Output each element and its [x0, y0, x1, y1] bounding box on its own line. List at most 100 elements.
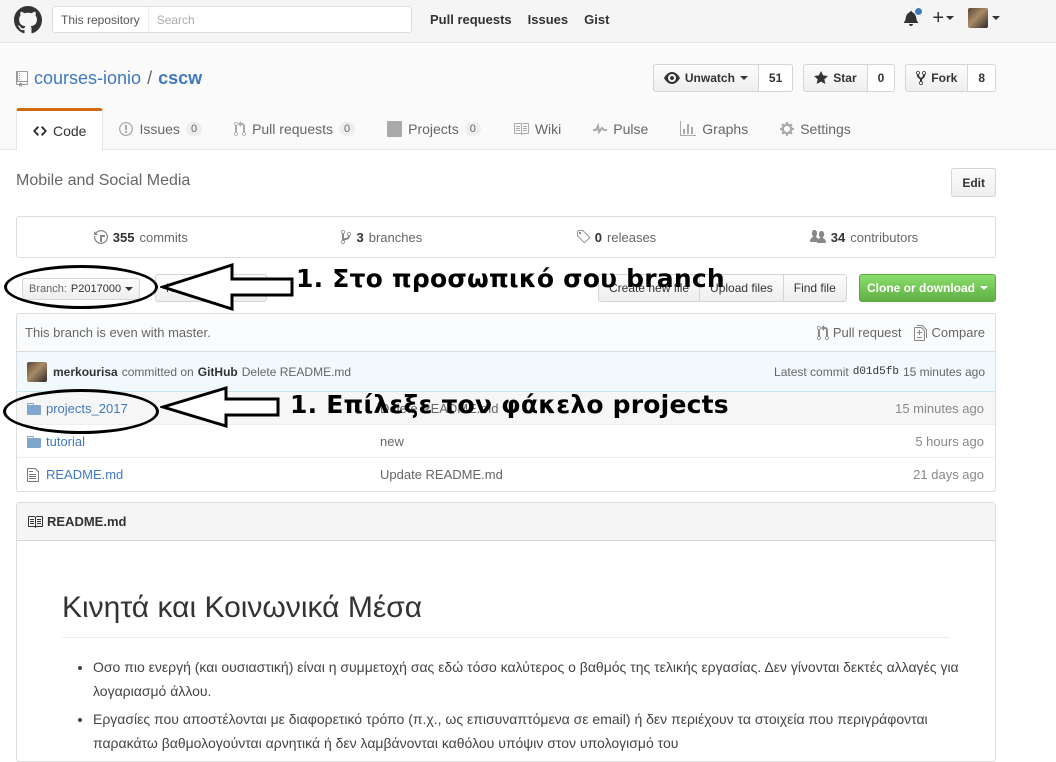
branch-highlight-oval — [4, 265, 158, 309]
latest-commit-meta: Latest commit d01d5fb 15 minutes ago — [774, 365, 985, 379]
tab-code[interactable]: Code — [16, 108, 104, 151]
file-row: tutorial new 5 hours ago — [17, 425, 995, 458]
edit-description-button[interactable]: Edit — [951, 168, 996, 197]
avatar — [968, 8, 988, 28]
branch-status-text: This branch is even with master. — [25, 325, 211, 340]
contributors-count: 34 — [830, 229, 846, 245]
branch-icon — [341, 230, 352, 244]
project-icon — [387, 121, 403, 137]
file-commit-message[interactable]: Update README.md — [380, 467, 503, 482]
user-menu[interactable] — [968, 8, 1000, 28]
tab-issues[interactable]: Issues 0 — [103, 108, 218, 150]
repo-name-link[interactable]: cscw — [158, 68, 202, 89]
readme-list: Οσο πιο ενεργή (και ουσιαστική) είναι η … — [93, 655, 973, 759]
file-age: 21 days ago — [913, 467, 984, 482]
issue-icon — [119, 122, 134, 136]
pulse-icon — [593, 122, 608, 135]
stars-count[interactable]: 0 — [867, 64, 896, 92]
repo-title: courses-ionio / cscw — [16, 68, 202, 89]
numbers-summary: 355 commits 3 branches 0 releases 34 contrib… — [16, 216, 996, 258]
readme-list-item: Οσο πιο ενεργή (και ουσιαστική) είναι η … — [93, 655, 973, 703]
tab-pull-requests[interactable]: Pull requests 0 — [218, 108, 371, 150]
annotation-folder-note: 1. Επίλεξε τον φάκελο projects — [290, 390, 729, 419]
notifications-bell-icon[interactable] — [904, 7, 924, 26]
readme-filename: README.md — [47, 514, 127, 529]
repo-icon — [16, 70, 28, 87]
readme-header: README.md — [17, 503, 995, 541]
readme-list-item: Εργασίες που αποστέλονται με διαφορετικό… — [93, 707, 973, 755]
commit-message-link[interactable]: Delete README.md — [242, 365, 351, 379]
tab-pulse[interactable]: Pulse — [577, 108, 664, 150]
star-icon — [814, 71, 829, 84]
plus-icon: + — [932, 7, 944, 29]
pull-request-icon — [816, 324, 829, 340]
nav-issues[interactable]: Issues — [528, 12, 568, 27]
star-label: Star — [833, 71, 857, 85]
clone-label: Clone or download — [867, 281, 975, 295]
create-new-menu[interactable]: + — [932, 8, 954, 28]
chevron-down-icon — [946, 16, 954, 20]
file-row: README.md Update README.md 21 days ago — [17, 458, 995, 491]
eye-icon — [663, 72, 680, 84]
tab-wiki[interactable]: Wiki — [497, 108, 577, 150]
file-name-link[interactable]: README.md — [46, 467, 123, 482]
releases-link[interactable]: 0 releases — [576, 229, 656, 245]
diff-icon — [913, 324, 927, 341]
graph-icon — [680, 121, 697, 136]
branches-link[interactable]: 3 branches — [341, 229, 422, 245]
repo-actions: Unwatch 51 Star 0 Fork 8 — [652, 64, 996, 92]
clone-or-download-button[interactable]: Clone or download — [859, 274, 996, 302]
arrow-left-icon — [160, 385, 280, 429]
nav-pull-requests[interactable]: Pull requests — [430, 12, 512, 27]
contributors-link[interactable]: 34 contributors — [809, 229, 918, 245]
star-button[interactable]: Star — [803, 64, 868, 92]
tab-label: Issues — [139, 121, 180, 137]
compare-label: Compare — [931, 325, 985, 340]
unwatch-label: Unwatch — [684, 71, 735, 85]
unread-indicator — [914, 7, 924, 16]
file-commit-message[interactable]: new — [380, 434, 404, 449]
compare-link[interactable]: Compare — [913, 324, 985, 341]
tab-graphs[interactable]: Graphs — [664, 108, 764, 150]
search-box[interactable]: This repository — [52, 6, 412, 33]
commit-author-link[interactable]: merkourisa — [53, 365, 118, 379]
file-name-link[interactable]: tutorial — [46, 434, 85, 449]
repo-owner-link[interactable]: courses-ionio — [34, 68, 141, 89]
commit-verb: committed on — [121, 364, 194, 379]
tab-label: Pulse — [613, 121, 649, 137]
header-user-actions: + — [904, 7, 1000, 28]
tag-icon — [576, 230, 590, 244]
commit-platform: GitHub — [197, 364, 238, 379]
nav-gist[interactable]: Gist — [584, 12, 609, 27]
pull-request-link[interactable]: Pull request — [816, 324, 902, 341]
forks-count[interactable]: 8 — [968, 64, 996, 92]
tab-counter: 0 — [464, 122, 481, 136]
latest-commit-info: merkourisa committed on GitHub Delete RE… — [27, 361, 351, 382]
commits-label: commits — [139, 229, 188, 245]
commit-sha-link[interactable]: d01d5fb — [853, 366, 899, 378]
avatar[interactable] — [27, 361, 47, 382]
repo-header: courses-ionio / cscw Unwatch 51 Star 0 F… — [0, 44, 1056, 151]
tab-label: Wiki — [534, 121, 562, 137]
file-text-icon — [27, 468, 39, 482]
folder-icon — [27, 436, 41, 448]
search-scope-label: This repository — [53, 7, 149, 32]
unwatch-button[interactable]: Unwatch — [652, 64, 759, 92]
watchers-count[interactable]: 51 — [758, 64, 794, 92]
commit-age: 15 minutes ago — [902, 364, 985, 379]
search-input[interactable] — [148, 12, 411, 27]
people-icon — [809, 230, 826, 243]
releases-label: releases — [607, 229, 657, 245]
tab-projects[interactable]: Projects 0 — [371, 108, 497, 150]
watch-action: Unwatch 51 — [652, 64, 794, 92]
branch-status-bar: This branch is even with master. Pull re… — [16, 313, 996, 351]
branch-status-actions: Pull request Compare — [816, 324, 985, 341]
tab-settings[interactable]: Settings — [764, 108, 867, 150]
fork-button[interactable]: Fork — [905, 64, 969, 92]
tab-label: Settings — [800, 121, 851, 137]
chevron-down-icon — [739, 76, 748, 80]
chevron-down-icon — [980, 286, 988, 290]
github-logo-icon[interactable] — [14, 6, 42, 34]
commits-link[interactable]: 355 commits — [93, 229, 188, 245]
find-file-button[interactable]: Find file — [782, 274, 847, 302]
